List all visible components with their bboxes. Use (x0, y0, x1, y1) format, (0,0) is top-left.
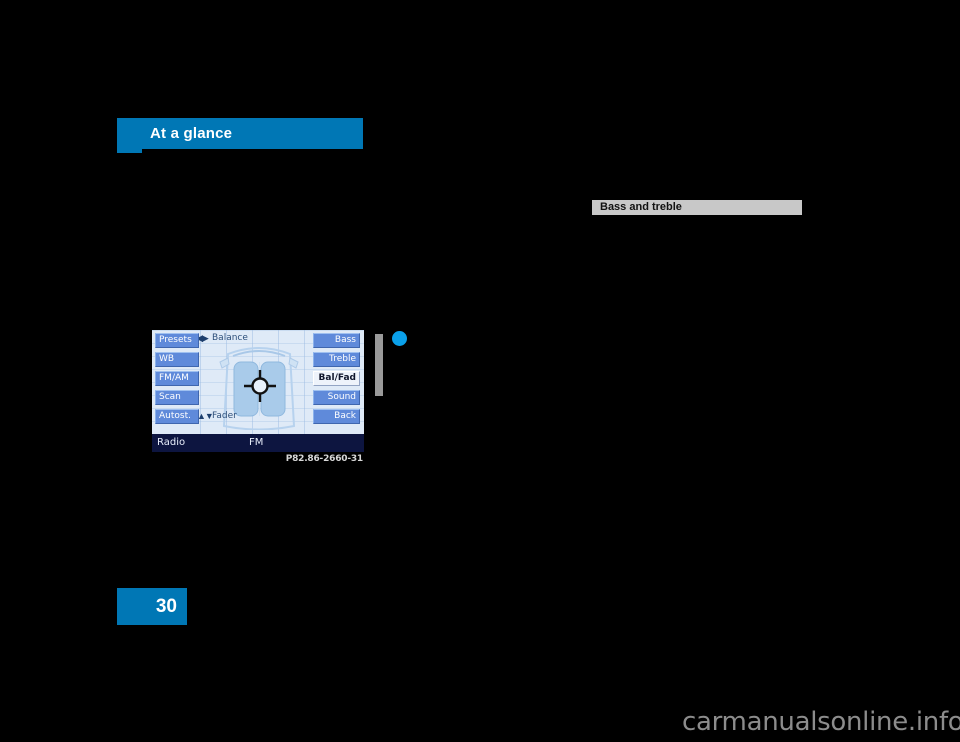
chapter-header-notch (117, 149, 142, 153)
chapter-header-bar: At a glance (117, 118, 363, 149)
balance-fader-crosshair-icon[interactable] (244, 370, 276, 402)
status-source: Radio (157, 437, 186, 448)
softkey-scan[interactable]: Scan (155, 390, 199, 405)
softkey-treble[interactable]: Treble (313, 352, 360, 367)
margin-dot-icon (392, 331, 407, 346)
page-number-block: 30 (117, 588, 187, 625)
softkey-presets[interactable]: Presets (155, 333, 199, 348)
softkey-back[interactable]: Back (313, 409, 360, 424)
softkey-bass[interactable]: Bass (313, 333, 360, 348)
page-number: 30 (155, 596, 177, 617)
screen-vline (304, 330, 305, 434)
softkey-fm-am[interactable]: FM/AM (155, 371, 199, 386)
softkey-wb[interactable]: WB (155, 352, 199, 367)
chapter-title: At a glance (150, 125, 233, 142)
section-heading-bar: Bass and treble (592, 200, 802, 215)
figure-caption: P82.86-2660-31 (285, 454, 364, 464)
radio-status-bar: Radio FM (152, 434, 364, 452)
radio-screen: ◀▶ Balance ▲▼ Fader Presets WB FM/AM Sca… (152, 330, 364, 434)
figure-radio-display: ◀▶ Balance ▲▼ Fader Presets WB FM/AM Sca… (152, 330, 364, 464)
fader-label: Fader (212, 411, 237, 421)
fader-arrows-icon: ▲▼ (197, 411, 214, 421)
margin-rule (375, 334, 383, 396)
softkey-sound[interactable]: Sound (313, 390, 360, 405)
watermark: carmanualsonline.info (682, 707, 960, 737)
balance-label: Balance (212, 333, 248, 343)
softkey-bal-fad[interactable]: Bal/Fad (313, 371, 360, 386)
section-heading-label: Bass and treble (600, 201, 682, 213)
status-band: FM (249, 437, 264, 448)
softkey-autostore[interactable]: Autost. (155, 409, 199, 424)
